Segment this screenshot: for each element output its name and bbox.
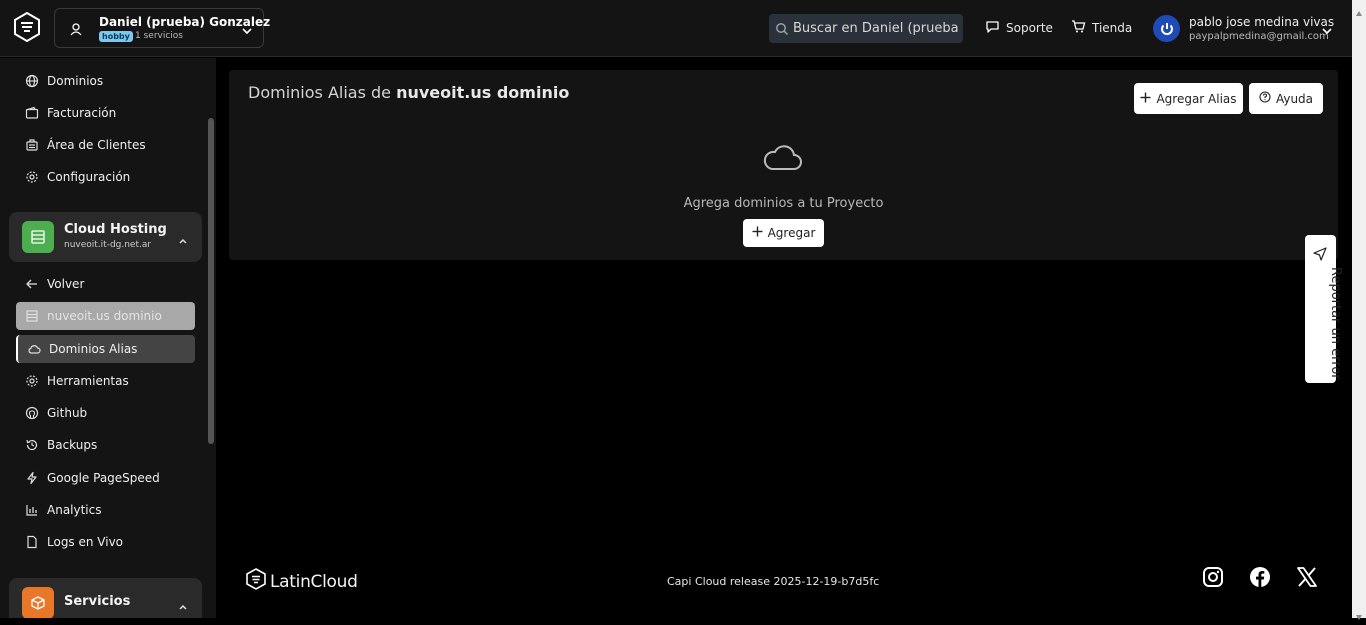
customers-icon — [24, 137, 40, 153]
sidebar-item-label: Dominios — [47, 74, 104, 88]
help-button[interactable]: Ayuda — [1249, 83, 1323, 114]
sidebar-item-label: Volver — [47, 277, 85, 291]
cloud-hosting-group[interactable]: Cloud Hosting nuveoit.it-dg.net.ar — [9, 212, 202, 262]
group-title: Cloud Hosting — [64, 222, 167, 237]
server-icon — [24, 308, 40, 324]
sidebar-item-label: Configuración — [47, 170, 131, 184]
empty-state-text: Agrega dominios a tu Proyecto — [683, 196, 884, 211]
help-label: Ayuda — [1275, 91, 1314, 106]
app-logo-icon[interactable] — [12, 11, 42, 43]
plus-icon — [752, 226, 763, 240]
group-subtitle: nuveoit.it-dg.net.ar — [64, 240, 152, 250]
page-scrollbar[interactable] — [1352, 0, 1366, 620]
store-label: Tienda — [1092, 21, 1133, 35]
avatar — [1153, 15, 1180, 42]
sidebar-item-volver[interactable]: Volver — [16, 270, 195, 298]
sidebar-item-logs[interactable]: Logs en Vivo — [16, 528, 195, 556]
sidebar-item-herramientas[interactable]: Herramientas — [16, 367, 195, 395]
chevron-down-icon — [241, 22, 253, 41]
user-menu[interactable]: pablo jose medina vivas paypalpmedina@gm… — [1153, 12, 1343, 46]
history-icon — [24, 437, 40, 453]
server-icon — [22, 221, 54, 253]
footer-logo[interactable]: LatinCloud — [246, 568, 358, 595]
sidebar-item-github[interactable]: Github — [16, 399, 195, 427]
sidebar-item-dominios-alias[interactable]: Dominios Alias — [16, 335, 195, 363]
sidebar-item-domain: nuveoit.us dominio — [16, 302, 195, 330]
x-twitter-icon[interactable] — [1296, 566, 1318, 588]
sidebar-item-analytics[interactable]: Analytics — [16, 496, 195, 524]
chart-icon — [24, 502, 40, 518]
chat-icon — [985, 19, 1000, 37]
sidebar-item-label: Dominios Alias — [49, 342, 138, 356]
plan-badge: hobby — [99, 31, 133, 42]
support-link[interactable]: Soporte — [985, 19, 1053, 37]
cart-icon — [1071, 19, 1086, 37]
users-icon — [69, 21, 83, 40]
facebook-icon[interactable] — [1249, 566, 1271, 588]
sidebar-item-configuracion[interactable]: Configuración — [16, 163, 195, 191]
servicios-group[interactable]: Servicios — [9, 578, 202, 618]
chevron-up-icon — [178, 597, 188, 616]
sidebar-item-area-clientes[interactable]: Área de Clientes — [16, 131, 195, 159]
sidebar-item-label: Backups — [47, 438, 98, 452]
sidebar-item-pagespeed[interactable]: Google PageSpeed — [16, 464, 195, 492]
cloud-icon — [26, 341, 42, 357]
account-switcher[interactable]: Daniel (prueba) Gonzalez hobby 1 servici… — [54, 8, 270, 48]
search-input[interactable] — [793, 14, 959, 43]
add-button[interactable]: Agregar — [743, 219, 824, 247]
sidebar-item-label: Logs en Vivo — [47, 535, 124, 549]
support-label: Soporte — [1006, 21, 1053, 35]
top-bar: Daniel (prueba) Gonzalez hobby 1 servici… — [0, 0, 1352, 57]
title-prefix: Dominios Alias de — [248, 83, 391, 102]
aliases-panel: Dominios Alias de nuveoit.us dominio Agr… — [229, 70, 1338, 260]
arrow-left-icon — [24, 276, 40, 292]
sidebar-item-label: Facturación — [47, 106, 117, 120]
scroll-down-icon[interactable] — [1355, 606, 1363, 620]
chevron-down-icon — [1321, 22, 1333, 41]
sidebar-item-facturacion[interactable]: Facturación — [16, 99, 195, 127]
report-error-button[interactable]: Reportar un error — [1305, 235, 1343, 383]
report-error-label: Reportar un error — [1328, 267, 1343, 380]
title-domain: nuveoit.us dominio — [396, 83, 570, 102]
github-icon — [24, 405, 40, 421]
wallet-icon — [24, 105, 40, 121]
search-icon — [775, 21, 789, 40]
bolt-icon — [24, 470, 40, 486]
sidebar-item-label: nuveoit.us dominio — [47, 309, 162, 323]
store-link[interactable]: Tienda — [1071, 19, 1132, 37]
page-title: Dominios Alias de nuveoit.us dominio — [248, 83, 569, 102]
globe-icon — [24, 73, 40, 89]
instagram-icon[interactable] — [1202, 566, 1224, 588]
release-version: Capi Cloud release 2025-12-19-b7d5fc — [667, 575, 880, 588]
user-name: pablo jose medina vivas — [1189, 15, 1335, 29]
services-count: 1 servicios — [135, 31, 183, 41]
group-title: Servicios — [64, 594, 131, 609]
sidebar-item-label: Google PageSpeed — [47, 471, 160, 485]
help-icon — [1259, 91, 1271, 106]
sidebar-item-label: Analytics — [47, 503, 102, 517]
gear-icon — [24, 169, 40, 185]
cloud-icon — [762, 141, 804, 173]
sidebar-item-label: Herramientas — [47, 374, 129, 388]
chevron-up-icon — [178, 231, 188, 250]
send-icon — [1313, 246, 1327, 265]
search-box[interactable] — [769, 14, 963, 43]
sidebar-scrollbar[interactable] — [208, 118, 214, 444]
box-icon — [22, 587, 54, 618]
gear-icon — [24, 373, 40, 389]
scroll-up-icon[interactable] — [1355, 3, 1363, 16]
add-alias-button[interactable]: Agregar Alias — [1134, 83, 1243, 114]
add-alias-label: Agregar Alias — [1156, 91, 1237, 106]
file-icon — [24, 534, 40, 550]
sidebar: Dominios Facturación Área de Clientes Co… — [0, 58, 216, 618]
sidebar-item-dominios[interactable]: Dominios — [16, 67, 195, 95]
brand-logo-icon — [246, 568, 266, 595]
sidebar-item-label: Github — [47, 406, 88, 420]
sidebar-item-label: Área de Clientes — [47, 138, 146, 152]
sidebar-item-backups[interactable]: Backups — [16, 431, 195, 459]
add-label: Agregar — [767, 226, 816, 240]
brand-name: LatinCloud — [270, 571, 358, 592]
plus-icon — [1140, 92, 1151, 106]
user-email: paypalpmedina@gmail.com — [1189, 31, 1329, 42]
